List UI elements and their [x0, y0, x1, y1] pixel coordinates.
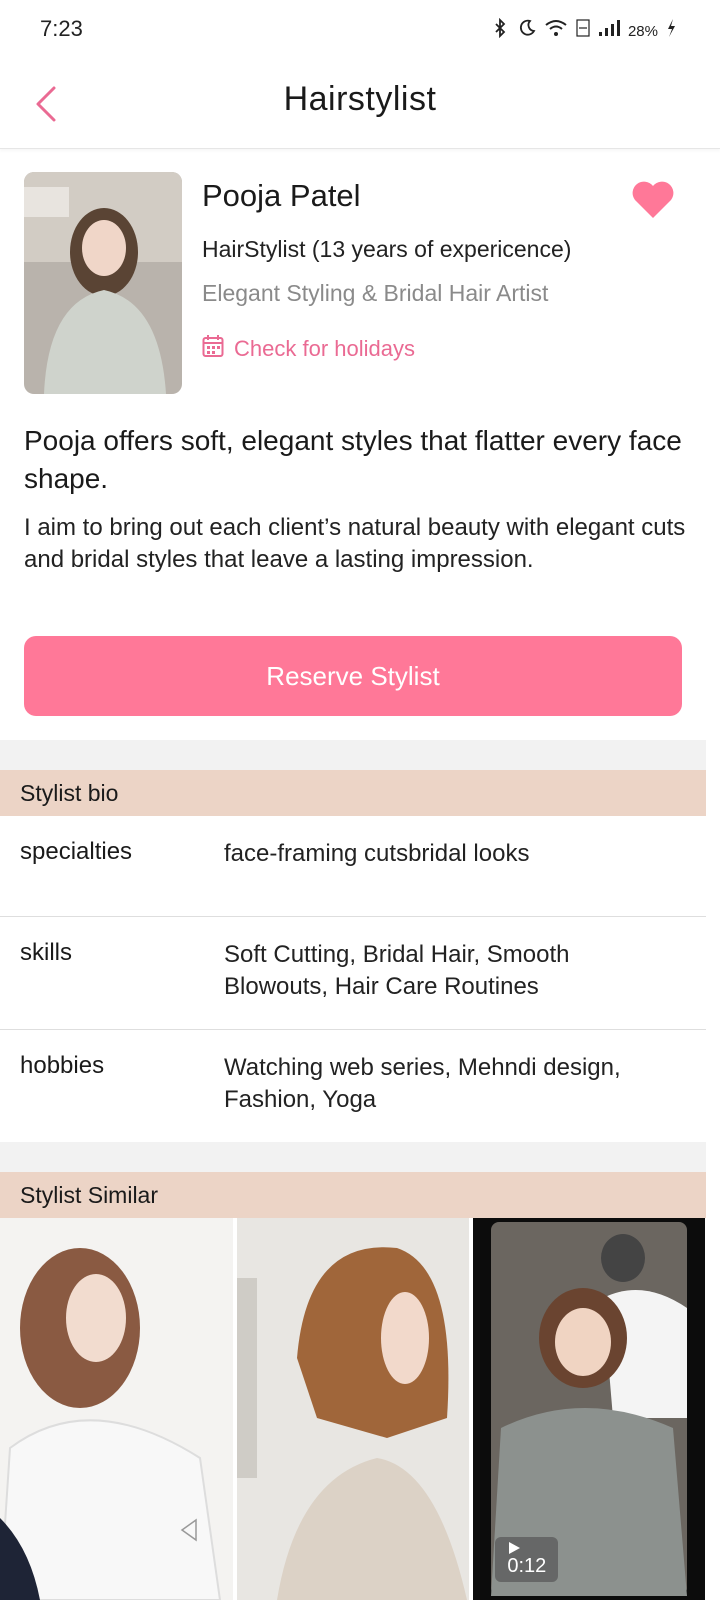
status-bar: 7:23 28%: [0, 0, 720, 60]
section-divider: [0, 740, 706, 770]
stylist-bio-header: Stylist bio: [0, 770, 706, 816]
similar-stylist-video-tile[interactable]: 0:12: [473, 1218, 706, 1600]
calendar-icon: [202, 334, 224, 364]
stylist-bio-table: specialties face-framing cutsbridal look…: [0, 816, 706, 1142]
favorite-button[interactable]: [630, 178, 676, 220]
do-not-disturb-moon-icon: [518, 19, 536, 43]
play-icon: [507, 1541, 546, 1555]
stylist-profile: Pooja Patel HairStylist (13 years of exp…: [24, 172, 696, 396]
stylist-similar-header: Stylist Similar: [0, 1172, 706, 1218]
section-divider: [0, 1142, 706, 1172]
bio-value: Soft Cutting, Bridal Hair, Smooth Blowou…: [224, 941, 570, 1000]
bio-value: Watching web series, Mehndi design, Fash…: [224, 1054, 621, 1113]
similar-stylist-tile[interactable]: [0, 1218, 233, 1600]
status-icons: 28%: [490, 17, 676, 44]
bio-value: face-framing cutsbridal looks: [224, 840, 530, 867]
chevron-left-icon: [28, 86, 72, 134]
bio-row-hobbies: hobbies Watching web series, Mehndi desi…: [0, 1030, 706, 1142]
stylist-photo: [24, 172, 182, 394]
status-time: 7:23: [40, 16, 83, 41]
check-holidays-link[interactable]: Check for holidays: [202, 334, 415, 364]
similar-stylists-gallery: 0:12: [0, 1218, 706, 1600]
stylist-name: Pooja Patel: [202, 178, 361, 213]
app-header: Hairstylist: [0, 60, 720, 149]
volte-icon: [576, 18, 590, 44]
bio-key: specialties: [20, 838, 133, 865]
bluetooth-icon: [490, 17, 510, 44]
similar-stylist-tile[interactable]: [236, 1218, 470, 1600]
reserve-stylist-button[interactable]: Reserve Stylist: [24, 636, 682, 716]
signal-icon: [598, 19, 620, 43]
bio-row-skills: skills Soft Cutting, Bridal Hair, Smooth…: [0, 917, 706, 1030]
page-title: Hairstylist: [283, 80, 437, 118]
check-holidays-label: Check for holidays: [234, 336, 415, 361]
charging-bolt-icon: [666, 18, 676, 44]
bio-row-specialties: specialties face-framing cutsbridal look…: [0, 816, 706, 917]
bio-key: hobbies: [20, 1052, 105, 1079]
wifi-icon: [544, 18, 568, 44]
stylist-intro: I aim to bring out each client’s natural…: [24, 514, 686, 573]
stylist-role: HairStylist (13 years of expericence): [202, 236, 572, 262]
video-duration-badge: 0:12: [495, 1537, 559, 1582]
video-duration: 0:12: [507, 1555, 547, 1577]
bio-key: skills: [20, 939, 72, 966]
stylist-tagline: Elegant Styling & Bridal Hair Artist: [202, 280, 549, 306]
stylist-headline: Pooja offers soft, elegant styles that f…: [24, 425, 682, 494]
heart-icon: [630, 181, 676, 224]
battery-percent: 28%: [627, 22, 658, 40]
